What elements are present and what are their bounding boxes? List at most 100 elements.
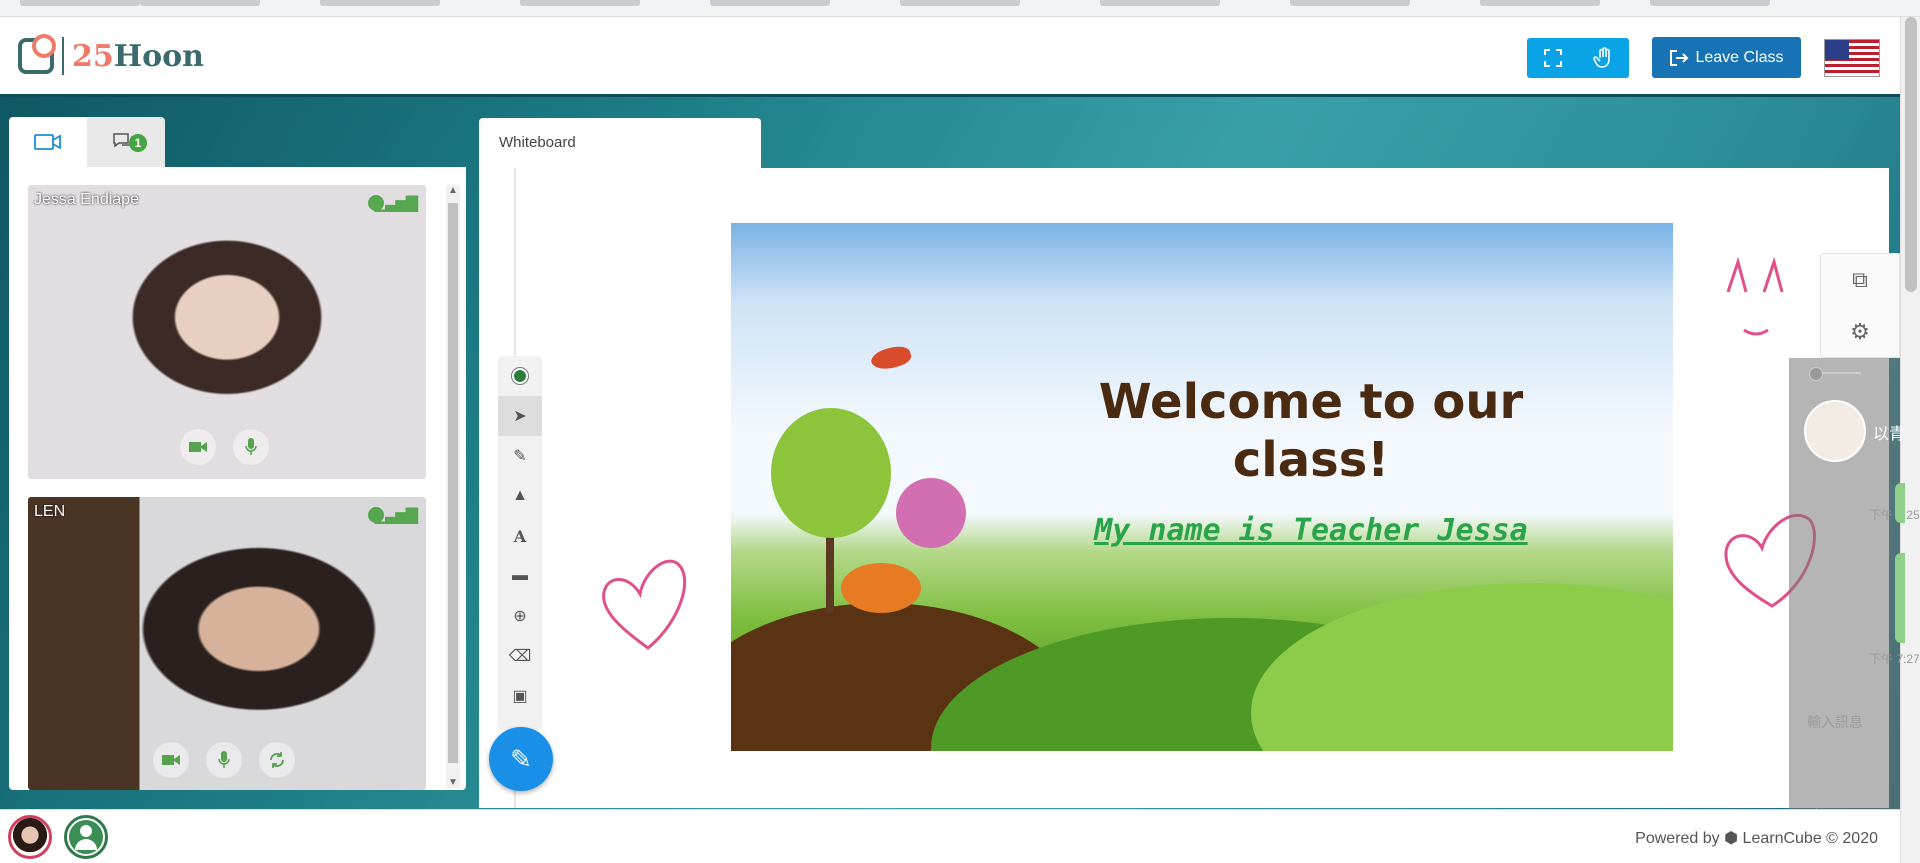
chat-user-name: 以青 (1873, 426, 1906, 443)
color-dot-icon (512, 368, 528, 384)
scroll-down-icon[interactable]: ▼ (448, 777, 458, 788)
eraser-tool-button[interactable]: ⌫ (498, 636, 542, 676)
tab-video[interactable] (9, 117, 87, 167)
avatar (1804, 400, 1866, 462)
app-header: 25Hoon Leave Class (0, 17, 1900, 97)
logo-mark-icon (18, 34, 56, 74)
fullscreen-icon (1543, 49, 1562, 67)
gear-icon: ⚙ (1850, 319, 1870, 344)
slide-image: Welcome to our class! My name is Teacher… (731, 223, 1673, 751)
microphone-icon (245, 438, 257, 455)
chat-timestamp: 下午 7:27 (1869, 652, 1920, 666)
slide-tree-pink (896, 478, 966, 548)
footer-bar: Powered by ⬢ LearnCube © 2020 (0, 809, 1900, 863)
switch-camera-button[interactable] (259, 742, 295, 778)
chat-bubble (1895, 553, 1905, 643)
powered-by: Powered by ⬢ LearnCube © 2020 (1635, 828, 1878, 848)
chat-bubble (1895, 483, 1905, 523)
camera-toggle-button[interactable] (153, 742, 189, 778)
fullscreen-button[interactable] (1527, 38, 1578, 78)
save-icon: ▣ (512, 688, 528, 705)
exit-icon (1670, 49, 1689, 66)
student-avatar[interactable] (64, 815, 108, 859)
right-tool-panel: ⧉ ⚙ (1820, 253, 1900, 358)
slide-title: Welcome to our class! (1098, 374, 1524, 488)
camera-icon (162, 755, 180, 765)
scrollbar-thumb[interactable] (448, 203, 458, 763)
opacity-slider[interactable] (1809, 367, 1861, 381)
slide-tree (771, 408, 891, 538)
cursor-icon: ➤ (513, 408, 527, 425)
signal-bars-icon: ▁▃▅▇ (374, 195, 418, 212)
video-icon (34, 134, 61, 150)
camera-toggle-button[interactable] (180, 429, 216, 465)
pencil-tool-button[interactable]: ✎ (498, 436, 542, 476)
browser-tab[interactable] (710, 0, 830, 6)
text-icon: A (513, 526, 527, 546)
scroll-up-icon[interactable]: ▲ (448, 185, 458, 196)
eraser-icon: ⌫ (508, 648, 532, 665)
hand-icon (1592, 47, 1610, 68)
zoom-tool-button[interactable]: ⊕ (498, 596, 542, 636)
color-picker-button[interactable] (498, 356, 542, 396)
tab-chat[interactable]: 1 (87, 117, 165, 167)
tab-whiteboard[interactable]: Whiteboard (479, 118, 761, 170)
add-page-button[interactable]: ⧉ (1821, 254, 1899, 306)
microphone-icon (218, 751, 230, 768)
slide-subtitle: My name is Teacher Jessa (1094, 513, 1528, 548)
signal-bars-icon: ▁▃▅▇ (374, 507, 418, 524)
slide-bush (841, 563, 921, 613)
text-tool-button[interactable]: A (498, 516, 542, 556)
pencil-icon: ✎ (513, 448, 527, 465)
browser-tab[interactable] (140, 0, 260, 6)
camera-icon (189, 442, 207, 452)
slide-bird-icon (869, 343, 913, 373)
browser-tab[interactable] (1100, 0, 1220, 6)
video-tile-teacher[interactable]: Jessa Endiape ▁▃▅▇ (28, 185, 426, 479)
participant-name: Jessa Endiape (34, 191, 139, 208)
heart-doodle-icon (602, 559, 687, 650)
browser-tab[interactable] (520, 0, 640, 6)
leave-class-button[interactable]: Leave Class (1652, 37, 1801, 78)
teacher-avatar[interactable] (8, 815, 52, 859)
ruler-icon: ▬ (512, 567, 528, 584)
leave-class-label: Leave Class (1695, 48, 1784, 66)
mic-toggle-button[interactable] (206, 742, 242, 778)
cube-icon: ⬢ (1724, 830, 1739, 847)
browser-tab[interactable] (20, 0, 140, 6)
zoom-icon: ⊕ (513, 608, 527, 625)
learncube-link[interactable]: LearnCube © 2020 (1743, 830, 1878, 847)
chat-overlay: 以青 下午 7:25 下午 7:27 輸入訊息 ⌇☐⊡ (1789, 358, 1920, 825)
video-list-scrollbar[interactable]: ▲ ▼ (446, 185, 460, 788)
settings-button[interactable]: ⚙ (1821, 306, 1899, 358)
powered-by-label: Powered by (1635, 830, 1720, 847)
save-tool-button[interactable]: ▣ (498, 676, 542, 716)
select-tool-button[interactable]: ➤ (498, 396, 542, 436)
us-flag-icon[interactable] (1824, 39, 1880, 77)
browser-tab[interactable] (1480, 0, 1600, 6)
mic-toggle-button[interactable] (233, 429, 269, 465)
browser-tab-strip (0, 0, 1920, 17)
ruler-tool-button[interactable]: ▬ (498, 556, 542, 596)
draw-toggle-button[interactable]: ✎ (489, 727, 553, 791)
browser-tab[interactable] (1290, 0, 1410, 6)
browser-tab[interactable] (320, 0, 440, 6)
logo-text: 25Hoon (72, 38, 204, 74)
copy-add-icon: ⧉ (1852, 267, 1868, 292)
chat-input[interactable]: 輸入訊息 (1807, 712, 1863, 732)
whiteboard-toolbar: ➤ ✎ ▲ A ▬ ⊕ ⌫ ▣ (498, 356, 542, 730)
browser-tab[interactable] (900, 0, 1020, 6)
app-logo[interactable]: 25Hoon (18, 34, 204, 75)
video-list: Jessa Endiape ▁▃▅▇ LEN ▁▃▅▇ ▲ ▼ (9, 167, 466, 790)
browser-tab[interactable] (1650, 0, 1770, 6)
shapes-tool-button[interactable]: ▲ (498, 476, 542, 516)
user-icon (69, 820, 103, 854)
raise-hand-button[interactable] (1578, 38, 1629, 78)
video-tile-student[interactable]: LEN ▁▃▅▇ (28, 497, 426, 790)
shapes-icon: ▲ (512, 487, 528, 504)
left-panel: 1 Jessa Endiape ▁▃▅▇ LEN ▁▃▅▇ ▲ ▼ (9, 117, 466, 790)
scrollbar-thumb[interactable] (1905, 17, 1917, 292)
participant-name: LEN (34, 503, 66, 520)
refresh-icon (270, 752, 284, 768)
face-doodle-icon (1726, 256, 1784, 336)
